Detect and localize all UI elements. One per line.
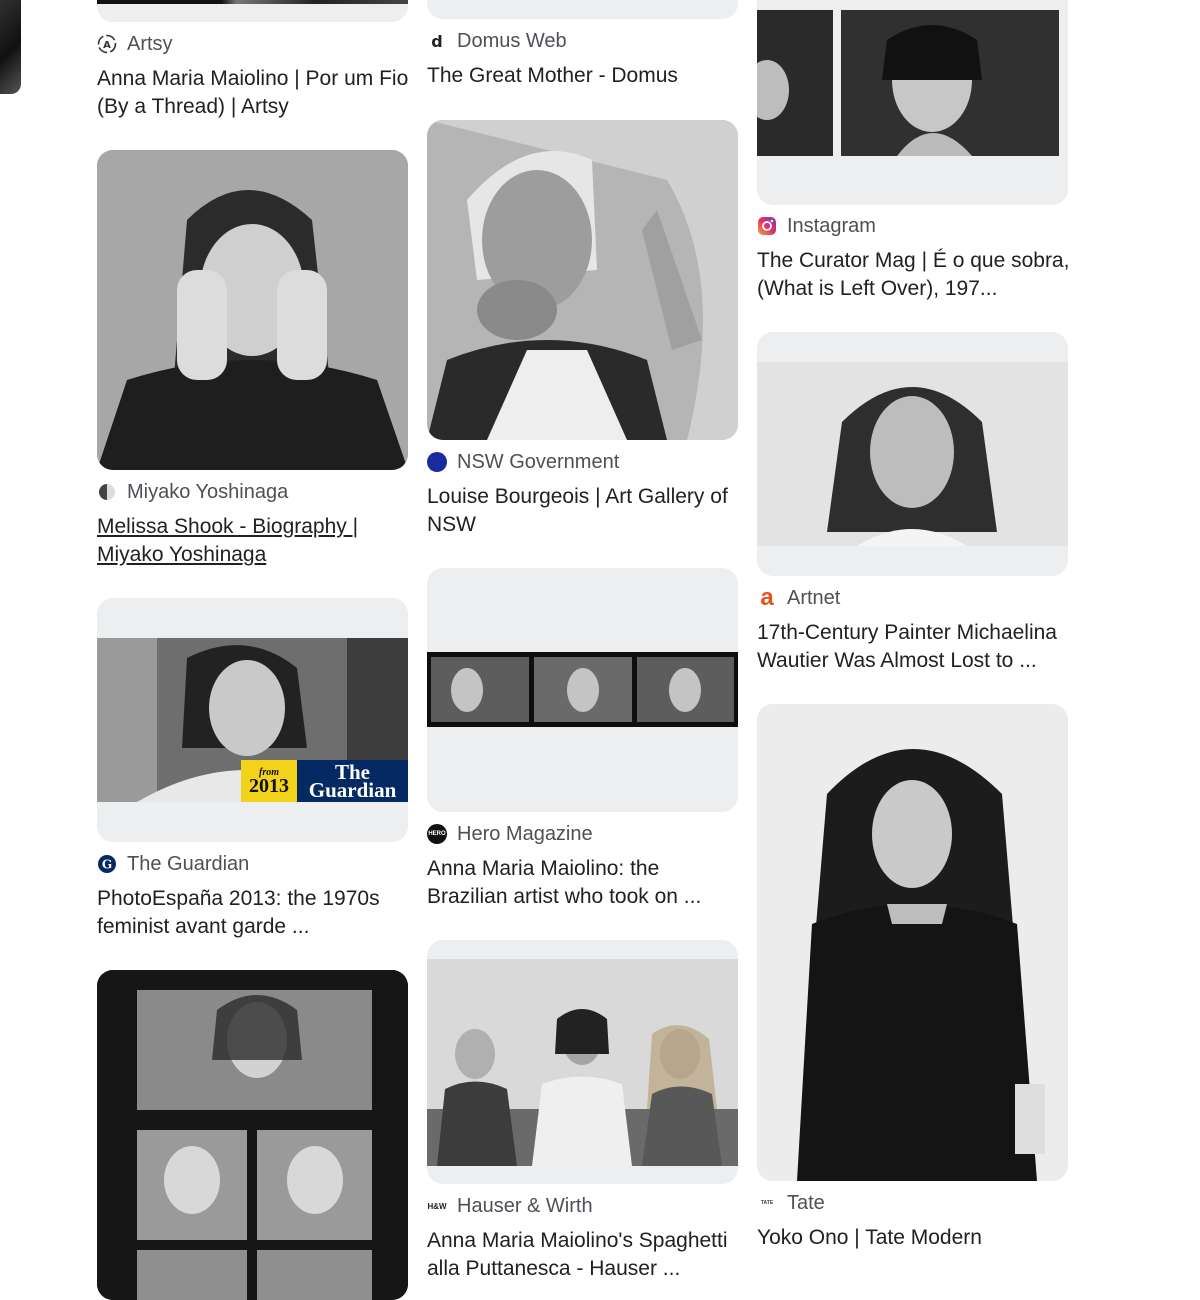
source-name: Hero Magazine bbox=[457, 822, 593, 845]
result-source: NSW Government bbox=[427, 449, 619, 475]
source-name: Hauser & Wirth bbox=[457, 1194, 593, 1217]
result-source: HERO Hero Magazine bbox=[427, 821, 593, 847]
year-badge: from 2013 bbox=[241, 760, 297, 802]
svg-text:d: d bbox=[431, 32, 442, 51]
result-title[interactable]: The Curator Mag | É o que sobra, (What i… bbox=[757, 247, 1075, 303]
result-source: TATE Tate bbox=[757, 1190, 825, 1216]
artnet-icon: a bbox=[760, 584, 774, 611]
result-thumbnail[interactable] bbox=[427, 568, 738, 812]
previous-image-thumbnail[interactable] bbox=[0, 0, 21, 94]
result-title[interactable]: 17th-Century Painter Michaelina Wautier … bbox=[757, 619, 1075, 675]
source-name: Instagram bbox=[787, 214, 876, 237]
result-thumbnail[interactable] bbox=[757, 704, 1068, 1181]
result-source: Miyako Yoshinaga bbox=[97, 479, 288, 505]
guardian-icon: G bbox=[97, 854, 117, 874]
blue-dot-icon bbox=[427, 452, 447, 472]
portrait-photo bbox=[97, 150, 408, 470]
svg-text:A: A bbox=[103, 40, 111, 51]
result-title[interactable]: Melissa Shook - Biography | Miyako Yoshi… bbox=[97, 513, 415, 569]
diptych-photo bbox=[757, 10, 1068, 156]
domus-icon: d bbox=[427, 31, 447, 51]
film-strip-photo bbox=[427, 652, 738, 727]
result-thumbnail[interactable]: from 2013 The Guardian bbox=[97, 598, 408, 842]
instagram-icon bbox=[757, 216, 777, 236]
source-name: Tate bbox=[787, 1191, 825, 1214]
source-name: Artnet bbox=[787, 586, 841, 609]
hero-icon: HERO bbox=[427, 824, 447, 844]
result-thumbnail[interactable] bbox=[757, 332, 1068, 576]
result-title[interactable]: The Great Mother - Domus bbox=[427, 62, 745, 90]
portrait-photo bbox=[427, 959, 738, 1166]
result-source: G The Guardian bbox=[97, 851, 249, 877]
result-thumbnail[interactable] bbox=[427, 0, 738, 19]
artsy-icon: A bbox=[97, 34, 117, 54]
source-name: Domus Web bbox=[457, 29, 567, 52]
result-title[interactable]: Yoko Ono | Tate Modern bbox=[757, 1224, 1075, 1252]
result-source: a Artnet bbox=[757, 584, 841, 611]
result-title[interactable]: Anna Maria Maiolino's Spaghetti alla Put… bbox=[427, 1227, 745, 1283]
result-title[interactable]: Anna Maria Maiolino | Por um Fio (By a T… bbox=[97, 65, 415, 121]
photo-strip bbox=[97, 970, 408, 1300]
source-name: NSW Government bbox=[457, 450, 620, 473]
tate-icon: TATE bbox=[760, 1200, 774, 1206]
source-name: The Guardian bbox=[127, 852, 250, 875]
result-thumbnail[interactable] bbox=[427, 120, 738, 440]
source-name: Miyako Yoshinaga bbox=[127, 480, 289, 503]
result-thumbnail[interactable] bbox=[757, 0, 1068, 205]
portrait-photo bbox=[427, 120, 738, 440]
half-circle-icon bbox=[97, 482, 117, 502]
result-source: Instagram bbox=[757, 213, 876, 239]
portrait-photo bbox=[757, 704, 1068, 1181]
result-source: A Artsy bbox=[97, 31, 173, 57]
hauser-wirth-icon: H&W bbox=[427, 1201, 447, 1211]
result-title[interactable]: Anna Maria Maiolino: the Brazilian artis… bbox=[427, 855, 745, 911]
result-source: d Domus Web bbox=[427, 28, 567, 54]
svg-text:G: G bbox=[102, 858, 112, 872]
result-title[interactable]: Louise Bourgeois | Art Gallery of NSW bbox=[427, 483, 745, 539]
portrait-photo bbox=[757, 362, 1068, 546]
guardian-logo: The Guardian bbox=[297, 760, 408, 802]
result-title[interactable]: PhotoEspaña 2013: the 1970s feminist ava… bbox=[97, 885, 415, 941]
result-thumbnail[interactable] bbox=[427, 940, 738, 1184]
result-thumbnail[interactable] bbox=[97, 970, 408, 1300]
result-source: H&W Hauser & Wirth bbox=[427, 1193, 593, 1219]
result-thumbnail[interactable] bbox=[97, 150, 408, 470]
source-name: Artsy bbox=[127, 32, 173, 55]
result-thumbnail[interactable] bbox=[97, 0, 408, 22]
